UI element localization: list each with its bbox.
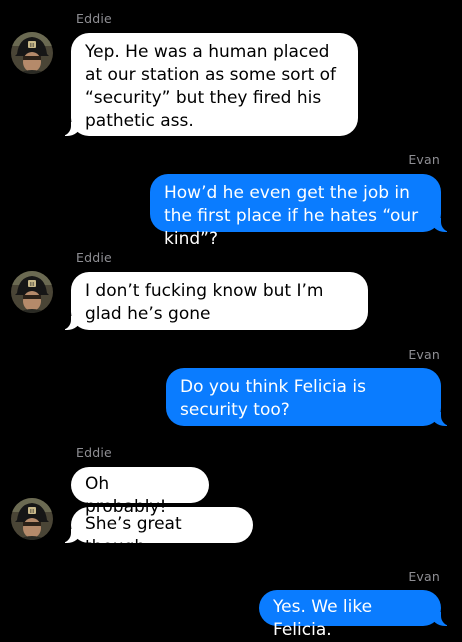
sender-name: Evan xyxy=(408,152,440,167)
message-text: How’d he even get the job in the first p… xyxy=(164,183,419,249)
firefighter-avatar-icon: III xyxy=(11,271,53,313)
incoming-message-bubble[interactable]: Yep. He was a human placed at our statio… xyxy=(59,33,358,136)
contact-avatar[interactable]: III xyxy=(11,498,53,540)
message-text: Oh probably! xyxy=(85,474,167,517)
firefighter-avatar-icon: III xyxy=(11,498,53,540)
sender-name: Eddie xyxy=(76,445,112,460)
sender-name: Eddie xyxy=(76,11,112,26)
helmet-badge: III xyxy=(30,509,34,515)
message-text: Yes. We like Felicia. xyxy=(273,597,373,640)
sender-name: Evan xyxy=(408,347,440,362)
sender-name: Evan xyxy=(408,569,440,584)
incoming-message-bubble[interactable]: Oh probably! xyxy=(71,467,209,517)
helmet-badge: III xyxy=(30,282,34,288)
outgoing-message-bubble[interactable]: Yes. We like Felicia. xyxy=(259,590,453,640)
helmet-badge: III xyxy=(30,43,34,49)
message-text: I don’t fucking know but I’m glad he’s g… xyxy=(85,281,324,324)
firefighter-avatar-icon: III xyxy=(11,32,53,74)
message-text: Yep. He was a human placed at our statio… xyxy=(85,42,337,131)
message-text: Do you think Felicia is security too? xyxy=(180,377,366,420)
contact-avatar[interactable]: III xyxy=(11,271,53,313)
outgoing-message-bubble[interactable]: How’d he even get the job in the first p… xyxy=(150,174,453,249)
incoming-message-bubble[interactable]: I don’t fucking know but I’m glad he’s g… xyxy=(59,272,368,330)
message-text: She’s great though xyxy=(85,514,182,557)
contact-avatar[interactable]: III xyxy=(11,32,53,74)
message-thread[interactable]: Eddie III Yep. He was a human placed at … xyxy=(0,0,462,640)
sender-name: Eddie xyxy=(76,250,112,265)
outgoing-message-bubble[interactable]: Do you think Felicia is security too? xyxy=(166,368,453,426)
